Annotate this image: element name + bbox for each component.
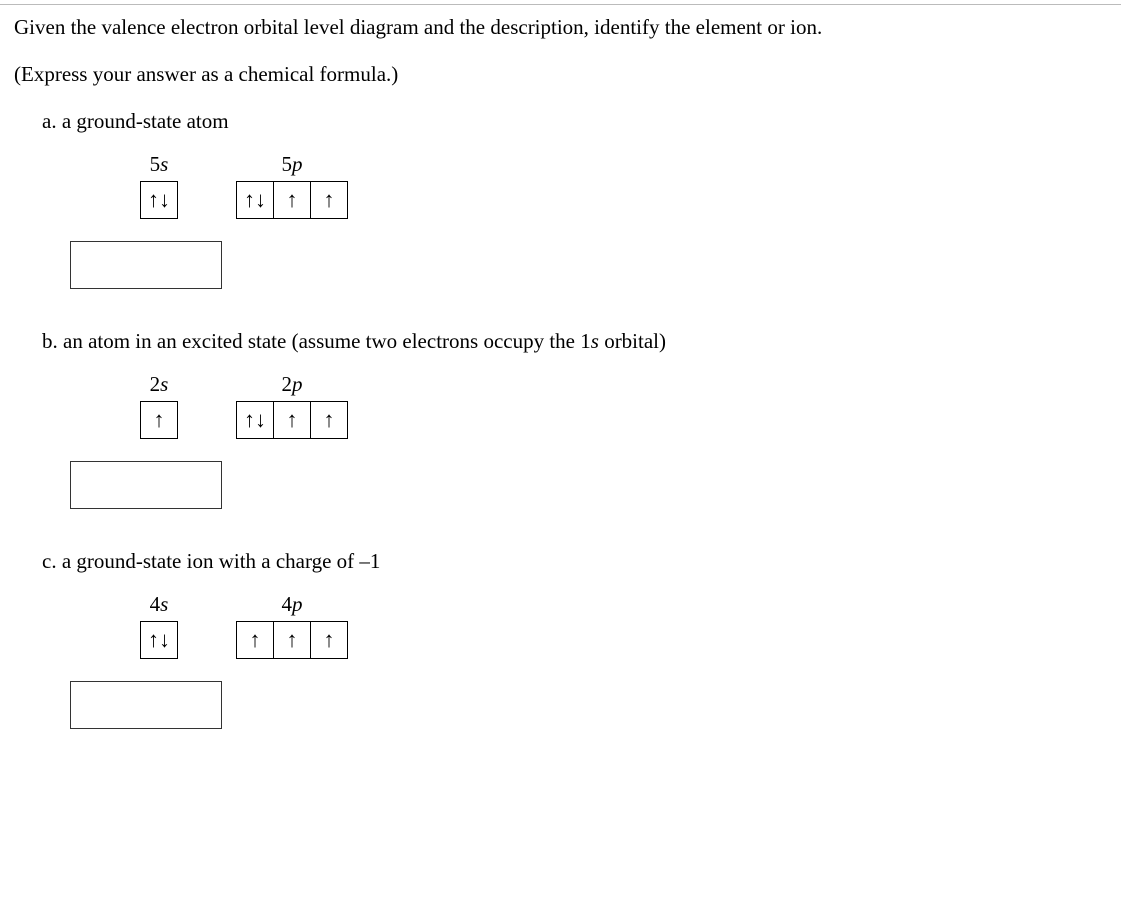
orbital-box: ↑↓ [141,622,177,658]
orbital-box: ↑ [273,622,310,658]
orbital-2p-label: 2p [282,372,303,397]
orbital-4s-label: 4s [150,592,169,617]
part-c: c. a ground-state ion with a charge of –… [42,549,1107,729]
answer-input-c[interactable] [70,681,222,729]
orbital-5s: 5s ↑↓ [140,152,178,219]
orbital-box: ↑ [273,402,310,438]
question-intro-1: Given the valence electron orbital level… [14,15,1107,40]
part-a-orbitals: 5s ↑↓ 5p ↑↓ ↑ ↑ [140,152,1107,219]
orbital-box: ↑↓ [237,402,273,438]
part-c-orbitals: 4s ↑↓ 4p ↑ ↑ ↑ [140,592,1107,659]
orbital-box: ↑ [237,622,273,658]
question-content: Given the valence electron orbital level… [0,15,1121,783]
orbital-5p: 5p ↑↓ ↑ ↑ [236,152,348,219]
orbital-box: ↑ [310,622,347,658]
orbital-4s-boxes: ↑↓ [140,621,178,659]
orbital-5s-boxes: ↑↓ [140,181,178,219]
question-intro-2: (Express your answer as a chemical formu… [14,62,1107,87]
orbital-2p-boxes: ↑↓ ↑ ↑ [236,401,348,439]
part-b-label: b. an atom in an excited state (assume t… [42,329,1107,354]
orbital-box: ↑ [310,182,347,218]
orbital-box: ↑↓ [141,182,177,218]
orbital-box: ↑ [141,402,177,438]
orbital-4p-label: 4p [282,592,303,617]
orbital-box: ↑ [310,402,347,438]
answer-input-a[interactable] [70,241,222,289]
orbital-4p: 4p ↑ ↑ ↑ [236,592,348,659]
part-a: a. a ground-state atom 5s ↑↓ 5p ↑↓ ↑ ↑ [42,109,1107,289]
part-c-label: c. a ground-state ion with a charge of –… [42,549,1107,574]
orbital-2p: 2p ↑↓ ↑ ↑ [236,372,348,439]
orbital-2s: 2s ↑ [140,372,178,439]
orbital-5p-boxes: ↑↓ ↑ ↑ [236,181,348,219]
orbital-4s: 4s ↑↓ [140,592,178,659]
answer-input-b[interactable] [70,461,222,509]
orbital-2s-boxes: ↑ [140,401,178,439]
part-a-label: a. a ground-state atom [42,109,1107,134]
divider-top [0,4,1121,5]
orbital-5s-label: 5s [150,152,169,177]
part-b-orbitals: 2s ↑ 2p ↑↓ ↑ ↑ [140,372,1107,439]
orbital-box: ↑ [273,182,310,218]
part-b: b. an atom in an excited state (assume t… [42,329,1107,509]
orbital-box: ↑↓ [237,182,273,218]
orbital-5p-label: 5p [282,152,303,177]
orbital-4p-boxes: ↑ ↑ ↑ [236,621,348,659]
orbital-2s-label: 2s [150,372,169,397]
